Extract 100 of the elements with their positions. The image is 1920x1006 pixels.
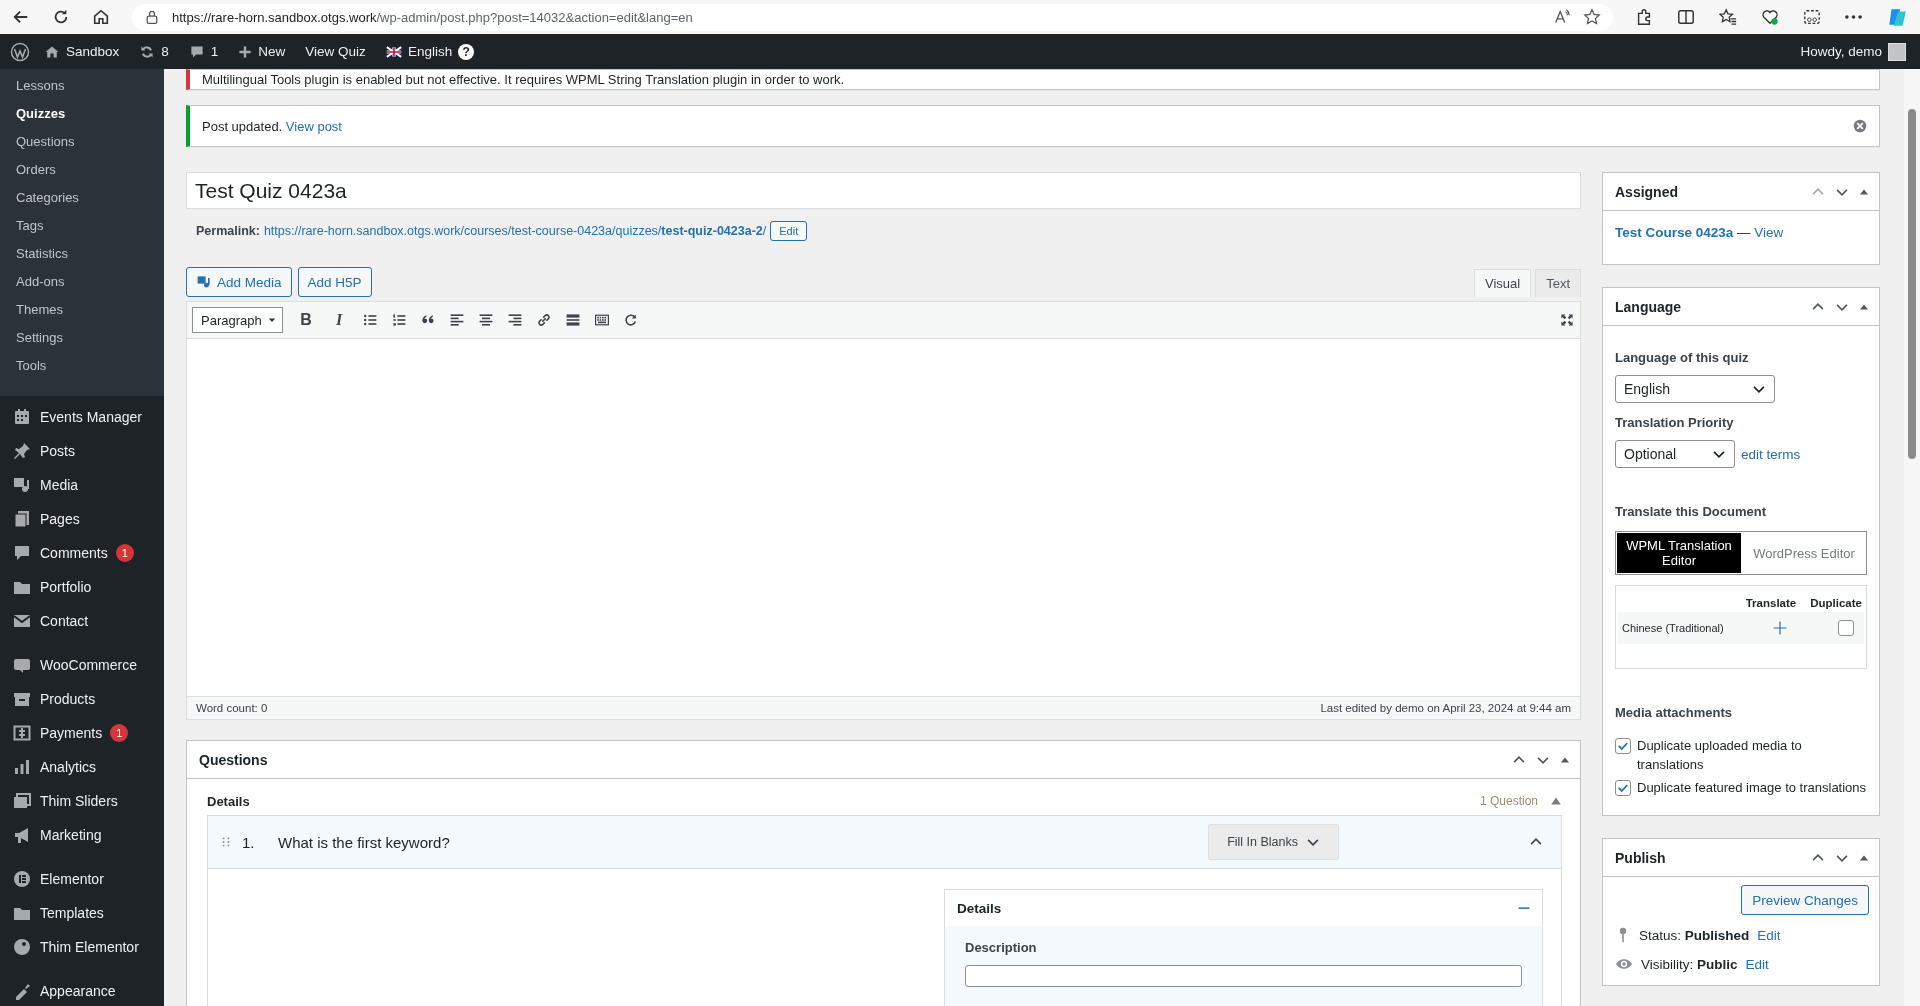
images-icon bbox=[12, 791, 32, 811]
priority-dropdown[interactable]: Optional bbox=[1615, 440, 1735, 468]
media-button[interactable]: Add Media bbox=[186, 267, 292, 297]
menu-item[interactable]: Contact bbox=[0, 604, 164, 638]
new-link[interactable]: New bbox=[232, 44, 292, 59]
italic-button[interactable]: I bbox=[329, 311, 349, 329]
comment-icon bbox=[188, 43, 205, 60]
media-button[interactable]: Add H5P bbox=[297, 267, 372, 297]
menu-item[interactable]: WooCommerce bbox=[0, 648, 164, 682]
view-link[interactable]: View bbox=[1754, 225, 1784, 240]
menu-item[interactable]: Analytics bbox=[0, 750, 164, 784]
address-bar[interactable]: https://rare-horn.sandbox.otgs.work/wp-admin/post.php?post=14032&action=edit&lang=en bbox=[132, 3, 1613, 31]
word-count: Word count: 0 bbox=[196, 702, 268, 714]
panel-title: Publish bbox=[1615, 849, 1667, 866]
description-field[interactable] bbox=[965, 965, 1522, 987]
submenu-item[interactable]: Add-ons bbox=[0, 268, 164, 296]
menu-item[interactable]: Events Manager bbox=[0, 400, 164, 434]
menu-item[interactable]: Products bbox=[0, 682, 164, 716]
status-text: Status: Published bbox=[1639, 927, 1750, 943]
dismiss-icon bbox=[1853, 119, 1867, 133]
title-field[interactable]: Test Quiz 0423a bbox=[186, 172, 1581, 209]
view-post-link[interactable]: View post bbox=[285, 118, 342, 134]
refresh-icon bbox=[139, 43, 156, 60]
assistant-icon bbox=[1886, 6, 1908, 28]
menu-item[interactable]: Media bbox=[0, 468, 164, 502]
menu-item[interactable]: Payments 1 bbox=[0, 716, 164, 750]
help-icon[interactable]: ? bbox=[458, 43, 475, 60]
submenu-item[interactable]: Lessons bbox=[0, 72, 164, 100]
star-icon bbox=[1583, 8, 1601, 26]
view-quiz-link[interactable]: View Quiz bbox=[299, 44, 372, 59]
caret-icon bbox=[268, 316, 276, 324]
format-dropdown[interactable]: Paragraph bbox=[192, 307, 283, 333]
visibility-text: Visibility: Public bbox=[1641, 956, 1738, 972]
question-title[interactable]: What is the first keyword? bbox=[278, 833, 1199, 851]
add-translation-icon bbox=[1772, 620, 1788, 636]
checkbox-label: Duplicate featured image to translations bbox=[1637, 779, 1867, 797]
edit-terms-link[interactable]: edit terms bbox=[1741, 446, 1801, 462]
submenu-item[interactable]: Quizzes bbox=[0, 100, 164, 128]
read-more-icon bbox=[565, 312, 581, 328]
submenu-item[interactable]: Categories bbox=[0, 184, 164, 212]
preview-changes-button[interactable]: Preview Changes bbox=[1741, 885, 1869, 915]
menu-item[interactable]: Thim Elementor bbox=[0, 930, 164, 964]
menu-item[interactable]: Templates bbox=[0, 896, 164, 930]
avatar bbox=[1888, 42, 1906, 61]
menu-item[interactable]: Appearance bbox=[0, 974, 164, 1006]
submenu-item[interactable]: Orders bbox=[0, 156, 164, 184]
panel-title: Language bbox=[1615, 298, 1683, 315]
menu-item[interactable]: Portfolio bbox=[0, 570, 164, 604]
panel-title: Details bbox=[957, 900, 1002, 916]
separator: — bbox=[1737, 225, 1751, 240]
permalink-link[interactable]: https://rare-horn.sandbox.otgs.work/courses/test-course-0423a/quizzes/test-quiz-0423a-2/ bbox=[263, 224, 767, 238]
submenu-item[interactable]: Questions bbox=[0, 128, 164, 156]
keyboard-icon bbox=[594, 312, 610, 328]
menu-item[interactable]: Marketing bbox=[0, 818, 164, 852]
numbered-list-icon bbox=[391, 312, 407, 328]
submenu-item[interactable]: Tags bbox=[0, 212, 164, 240]
menu-item[interactable]: Comments 1 bbox=[0, 536, 164, 570]
last-edited: Last edited by demo on April 23, 2024 at 9:44 am bbox=[1320, 702, 1571, 714]
media-icon bbox=[12, 475, 32, 495]
edit-link[interactable]: Edit bbox=[1745, 956, 1769, 972]
scrollbar[interactable] bbox=[1904, 69, 1920, 1006]
checkbox[interactable] bbox=[1615, 780, 1631, 796]
more-icon[interactable] bbox=[1845, 15, 1862, 19]
editor-option[interactable]: WPML Translation Editor bbox=[1617, 533, 1741, 573]
circle-logo-icon bbox=[12, 869, 32, 889]
checkbox[interactable] bbox=[1838, 620, 1854, 636]
checkbox[interactable] bbox=[1615, 738, 1631, 754]
menu-item[interactable]: Pages bbox=[0, 502, 164, 536]
updates-link[interactable]: 8 bbox=[133, 43, 175, 60]
submenu-item[interactable]: Tools bbox=[0, 352, 164, 380]
reload-icon bbox=[52, 8, 70, 26]
question-type-dropdown[interactable]: Fill In Blanks bbox=[1208, 824, 1339, 860]
submenu-item[interactable]: Themes bbox=[0, 296, 164, 324]
panel-title: Questions bbox=[199, 751, 269, 768]
section-title: Media attachments bbox=[1615, 705, 1734, 720]
comments-link[interactable]: 1 bbox=[182, 43, 225, 60]
language-dropdown[interactable]: English bbox=[1615, 375, 1775, 403]
count-badge: 1 bbox=[110, 724, 129, 742]
field-label: Translation Priority bbox=[1615, 415, 1735, 430]
user-greeting[interactable]: Howdy, demo bbox=[1794, 42, 1912, 61]
favorites-icon bbox=[1719, 8, 1737, 26]
checkbox-label: Duplicate uploaded media to translations bbox=[1637, 737, 1803, 774]
editor-tab[interactable]: Text bbox=[1535, 269, 1581, 297]
editor-tab[interactable]: Visual bbox=[1473, 269, 1532, 297]
menu-item[interactable]: Elementor bbox=[0, 862, 164, 896]
course-link[interactable]: Test Course 0423a bbox=[1615, 225, 1734, 240]
health-icon bbox=[1761, 8, 1779, 26]
menu-item[interactable]: Thim Sliders bbox=[0, 784, 164, 818]
submenu-item[interactable]: Settings bbox=[0, 324, 164, 352]
edit-permalink-button[interactable]: Edit bbox=[770, 221, 808, 241]
split-screen-icon bbox=[1677, 8, 1695, 26]
bold-button[interactable]: B bbox=[296, 311, 316, 329]
language-switcher[interactable]: English ? bbox=[379, 43, 481, 60]
edit-link[interactable]: Edit bbox=[1757, 927, 1781, 943]
media-icon bbox=[196, 274, 212, 290]
pin-icon bbox=[12, 441, 32, 461]
menu-item[interactable]: Posts bbox=[0, 434, 164, 468]
collapse-triangle-icon bbox=[1550, 795, 1562, 807]
submenu-item[interactable]: Statistics bbox=[0, 240, 164, 268]
site-link[interactable]: Sandbox bbox=[38, 43, 126, 60]
